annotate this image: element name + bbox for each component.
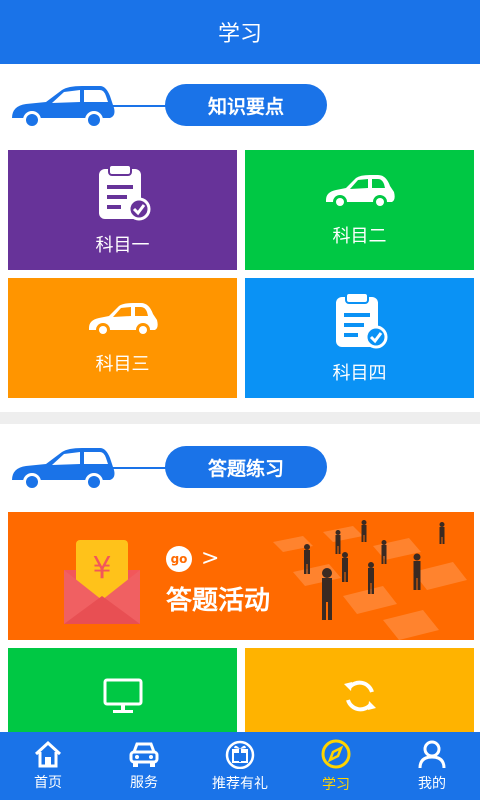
page-header: 学习 <box>0 0 480 64</box>
section-header-knowledge: 知识要点 <box>0 72 480 140</box>
yen-symbol: ¥ <box>92 551 111 586</box>
banner-title: 答题活动 <box>166 586 271 616</box>
quiz-activity-banner[interactable]: ¥ go > 答题活动 <box>8 512 474 640</box>
tile-subject-two[interactable]: 科目二 <box>245 150 474 270</box>
nav-label: 推荐有礼 <box>212 776 268 792</box>
car-icon <box>325 175 395 209</box>
tile-subject-four[interactable]: 科目四 <box>245 278 474 398</box>
nav-label: 我的 <box>418 776 446 792</box>
page-title: 学习 <box>217 22 262 47</box>
nav-service[interactable]: 服务 <box>96 732 192 800</box>
gift-icon <box>225 740 255 769</box>
tile-label: 科目四 <box>332 363 387 384</box>
nav-home[interactable]: 首页 <box>0 732 96 800</box>
monitor-icon <box>103 678 142 713</box>
chevron-right-icon: > <box>201 546 220 571</box>
red-envelope-icon: ¥ <box>64 540 140 624</box>
user-icon <box>418 740 446 769</box>
tile-label: 科目三 <box>95 354 150 375</box>
car-decoration-icon <box>12 86 115 129</box>
nav-study[interactable]: 学习 <box>288 732 384 800</box>
clipboard-check-icon <box>98 164 150 221</box>
section-title-pill: 答题练习 <box>165 446 327 488</box>
home-icon <box>34 740 62 768</box>
bottom-navigation: 首页 服务 推荐有礼 学习 我的 <box>0 732 480 800</box>
connector-line <box>112 105 172 107</box>
section-title: 答题练习 <box>207 457 284 480</box>
business-people-illustration <box>273 520 467 640</box>
section-title-pill: 知识要点 <box>165 84 327 126</box>
go-badge: go <box>166 546 192 572</box>
connector-line <box>112 467 172 469</box>
section-title: 知识要点 <box>207 95 284 118</box>
section-divider <box>0 412 480 424</box>
nav-refer[interactable]: 推荐有礼 <box>192 732 288 800</box>
car-front-icon <box>129 742 159 767</box>
go-badge-text: go <box>170 552 188 566</box>
tile-mock-exam[interactable] <box>8 648 237 732</box>
nav-label: 服务 <box>130 775 158 791</box>
nav-label: 学习 <box>322 777 350 793</box>
nav-mine[interactable]: 我的 <box>384 732 480 800</box>
clipboard-check-icon <box>335 292 387 349</box>
car-decoration-icon <box>12 448 115 491</box>
nav-label: 首页 <box>34 775 62 791</box>
compass-icon <box>321 739 351 769</box>
tile-label: 科目二 <box>332 226 387 247</box>
tile-subject-one[interactable]: 科目一 <box>8 150 237 270</box>
car-icon <box>88 303 158 337</box>
section-header-practice: 答题练习 <box>0 434 480 502</box>
tile-subject-three[interactable]: 科目三 <box>8 278 237 398</box>
refresh-icon <box>343 680 376 712</box>
tile-label: 科目一 <box>95 235 150 256</box>
tile-practice-cycle[interactable] <box>245 648 474 732</box>
